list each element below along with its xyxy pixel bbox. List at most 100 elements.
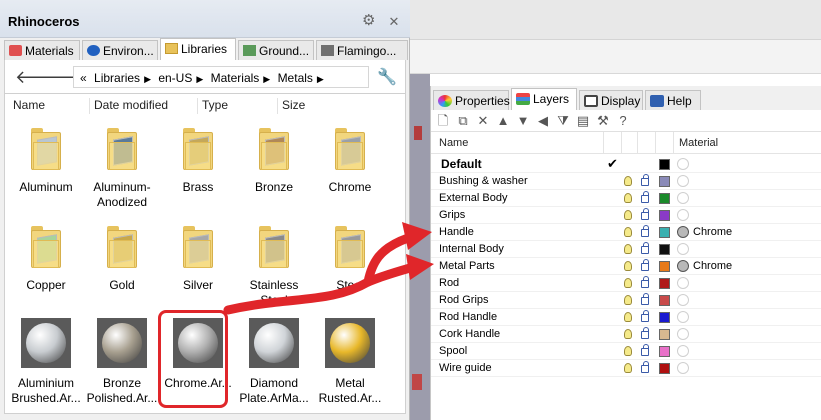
layer-name[interactable]: Rod	[439, 277, 459, 289]
tab-libraries[interactable]: Libraries	[160, 38, 236, 60]
lock-icon[interactable]	[641, 242, 649, 254]
help-circle-icon[interactable]: ?	[615, 113, 631, 129]
breadcrumb-libraries[interactable]: Libraries	[94, 71, 140, 85]
lock-icon[interactable]	[641, 310, 649, 322]
layer-row[interactable]: Grips	[431, 207, 821, 224]
layer-row[interactable]: Rod Grips	[431, 292, 821, 309]
layer-row[interactable]: Metal Parts Chrome	[431, 258, 821, 275]
move-out-icon[interactable]: ◀	[535, 113, 551, 129]
lightbulb-icon[interactable]	[624, 193, 632, 203]
lightbulb-icon[interactable]	[624, 176, 632, 186]
move-down-icon[interactable]: ▼	[515, 113, 531, 129]
lightbulb-icon[interactable]	[624, 210, 632, 220]
material-item[interactable]: Aluminium Brushed.Ar...	[9, 318, 83, 406]
header-material[interactable]: Material	[679, 137, 718, 149]
material-circle-icon[interactable]	[677, 294, 689, 306]
layer-color-swatch[interactable]	[659, 329, 670, 340]
breadcrumb-metals[interactable]: Metals	[278, 71, 313, 85]
layer-color-swatch[interactable]	[659, 295, 670, 306]
layer-name[interactable]: Rod Handle	[439, 311, 497, 323]
breadcrumb-materials[interactable]: Materials	[211, 71, 260, 85]
layer-name[interactable]: Bushing & washer	[439, 175, 528, 187]
material-circle-icon[interactable]	[677, 260, 689, 272]
layer-row[interactable]: Default ✔	[431, 156, 821, 173]
column-size[interactable]: Size	[277, 98, 305, 114]
lightbulb-icon[interactable]	[624, 244, 632, 254]
layer-row[interactable]: Rod Handle	[431, 309, 821, 326]
column-date-modified[interactable]: Date modified	[89, 98, 168, 114]
tab-properties[interactable]: Properties	[433, 90, 510, 110]
folder-item[interactable]: Aluminum	[9, 128, 83, 195]
lock-icon[interactable]	[641, 276, 649, 288]
folder-item[interactable]: Bronze	[237, 128, 311, 195]
folder-item[interactable]: Stainless Steel	[237, 226, 311, 308]
folder-item[interactable]: Brass	[161, 128, 235, 195]
layer-color-swatch[interactable]	[659, 346, 670, 357]
material-item[interactable]: Diamond Plate.ArMa...	[237, 318, 311, 406]
breadcrumb-en-us[interactable]: en-US	[158, 71, 192, 85]
layer-color-swatch[interactable]	[659, 312, 670, 323]
layer-color-swatch[interactable]	[659, 210, 670, 221]
layer-name[interactable]: Metal Parts	[439, 260, 495, 272]
close-icon[interactable]: ✕	[386, 14, 402, 30]
tab-flamingo[interactable]: Flamingo...	[316, 40, 408, 60]
tab-help[interactable]: Help	[645, 90, 701, 110]
material-circle-icon[interactable]	[677, 243, 689, 255]
lock-icon[interactable]	[641, 344, 649, 356]
lock-icon[interactable]	[641, 293, 649, 305]
lock-icon[interactable]	[641, 327, 649, 339]
lightbulb-icon[interactable]	[624, 295, 632, 305]
delete-icon[interactable]: ✕	[475, 113, 491, 129]
lightbulb-icon[interactable]	[624, 278, 632, 288]
layer-color-swatch[interactable]	[659, 193, 670, 204]
header-name[interactable]: Name	[439, 137, 468, 149]
lock-icon[interactable]	[641, 361, 649, 373]
layer-row[interactable]: Rod	[431, 275, 821, 292]
new-layer-icon[interactable]: 🗋	[435, 113, 451, 129]
lightbulb-icon[interactable]	[624, 363, 632, 373]
material-circle-icon[interactable]	[677, 158, 689, 170]
layer-states-icon[interactable]: ▤	[575, 113, 591, 129]
lock-icon[interactable]	[641, 259, 649, 271]
layer-name[interactable]: Rod Grips	[439, 294, 489, 306]
chevron-right-icon[interactable]: ▶	[196, 74, 203, 84]
layer-name[interactable]: External Body	[439, 192, 507, 204]
layer-name[interactable]: Handle	[439, 226, 474, 238]
material-item[interactable]: Bronze Polished.Ar...	[85, 318, 159, 406]
layer-row[interactable]: External Body	[431, 190, 821, 207]
folder-item[interactable]: Copper	[9, 226, 83, 293]
layer-color-swatch[interactable]	[659, 278, 670, 289]
layer-name[interactable]: Spool	[439, 345, 467, 357]
chevron-right-icon[interactable]: ▶	[317, 74, 324, 84]
address-bar[interactable]: « Libraries ▶ en-US ▶ Materials ▶ Metals ▶	[73, 66, 369, 88]
column-name[interactable]: Name	[9, 98, 45, 114]
folder-item[interactable]: Chrome	[313, 128, 387, 195]
lock-icon[interactable]	[641, 208, 649, 220]
gear-icon[interactable]: ⚙	[362, 13, 376, 28]
layer-row[interactable]: Handle Chrome	[431, 224, 821, 241]
lightbulb-icon[interactable]	[624, 227, 632, 237]
material-circle-icon[interactable]	[677, 362, 689, 374]
layer-name[interactable]: Wire guide	[439, 362, 492, 374]
material-circle-icon[interactable]	[677, 226, 689, 238]
layer-row[interactable]: Spool	[431, 343, 821, 360]
layer-row[interactable]: Wire guide	[431, 360, 821, 377]
material-circle-icon[interactable]	[677, 209, 689, 221]
layer-row[interactable]: Internal Body	[431, 241, 821, 258]
material-circle-icon[interactable]	[677, 277, 689, 289]
column-type[interactable]: Type	[197, 98, 228, 114]
layer-row[interactable]: Cork Handle	[431, 326, 821, 343]
folder-item[interactable]: Aluminum- Anodized	[85, 128, 159, 210]
layer-color-swatch[interactable]	[659, 363, 670, 374]
layer-name[interactable]: Grips	[439, 209, 465, 221]
breadcrumb-overflow[interactable]: «	[80, 71, 87, 85]
material-circle-icon[interactable]	[677, 345, 689, 357]
new-sublayer-icon[interactable]: ⧉	[455, 113, 471, 129]
lightbulb-icon[interactable]	[624, 312, 632, 322]
lock-icon[interactable]	[641, 174, 649, 186]
layer-color-swatch[interactable]	[659, 176, 670, 187]
material-circle-icon[interactable]	[677, 311, 689, 323]
layer-color-swatch[interactable]	[659, 227, 670, 238]
lock-icon[interactable]	[641, 191, 649, 203]
tools-icon[interactable]: ⚒	[595, 113, 611, 129]
